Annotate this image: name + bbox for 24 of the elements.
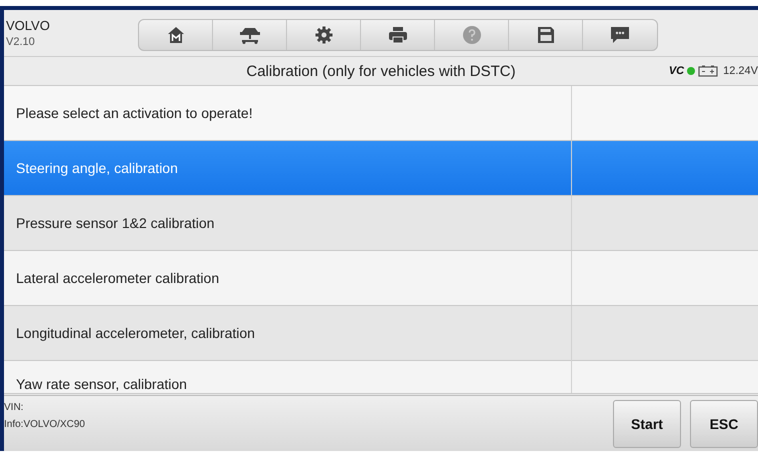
battery-voltage: 12.24V bbox=[723, 65, 758, 77]
screen-title: Calibration (only for vehicles with DSTC) bbox=[246, 62, 516, 80]
brand-name: VOLVO bbox=[6, 18, 51, 33]
car-lift-icon bbox=[238, 26, 260, 44]
vin-label: VIN: bbox=[4, 402, 24, 413]
connected-icon bbox=[687, 67, 696, 75]
activation-list-item[interactable]: Pressure sensor 1&2 calibration bbox=[4, 196, 758, 251]
vci-status: VC bbox=[668, 65, 684, 77]
activation-list-item[interactable]: Yaw rate sensor, calibration bbox=[4, 361, 758, 394]
help-icon bbox=[462, 25, 482, 45]
printer-icon bbox=[388, 26, 408, 44]
footer-button[interactable]: ESC bbox=[690, 400, 758, 448]
activation-list-item[interactable]: Lateral accelerometer calibration bbox=[4, 251, 758, 306]
home-icon bbox=[166, 26, 184, 44]
battery-icon bbox=[698, 65, 718, 77]
activation-list-item[interactable]: Longitudinal accelerometer, calibration bbox=[4, 306, 758, 361]
footer-button[interactable]: Start bbox=[613, 400, 681, 448]
software-version: V2.10 bbox=[6, 36, 36, 48]
chat-icon bbox=[610, 26, 630, 44]
vehicle-info: Info:VOLVO/XC90 bbox=[4, 419, 85, 430]
settings-icon bbox=[314, 26, 332, 44]
prompt-text: Please select an activation to operate! bbox=[4, 86, 572, 140]
save-icon bbox=[536, 26, 554, 44]
activation-list-item[interactable]: Steering angle, calibration bbox=[4, 141, 758, 196]
